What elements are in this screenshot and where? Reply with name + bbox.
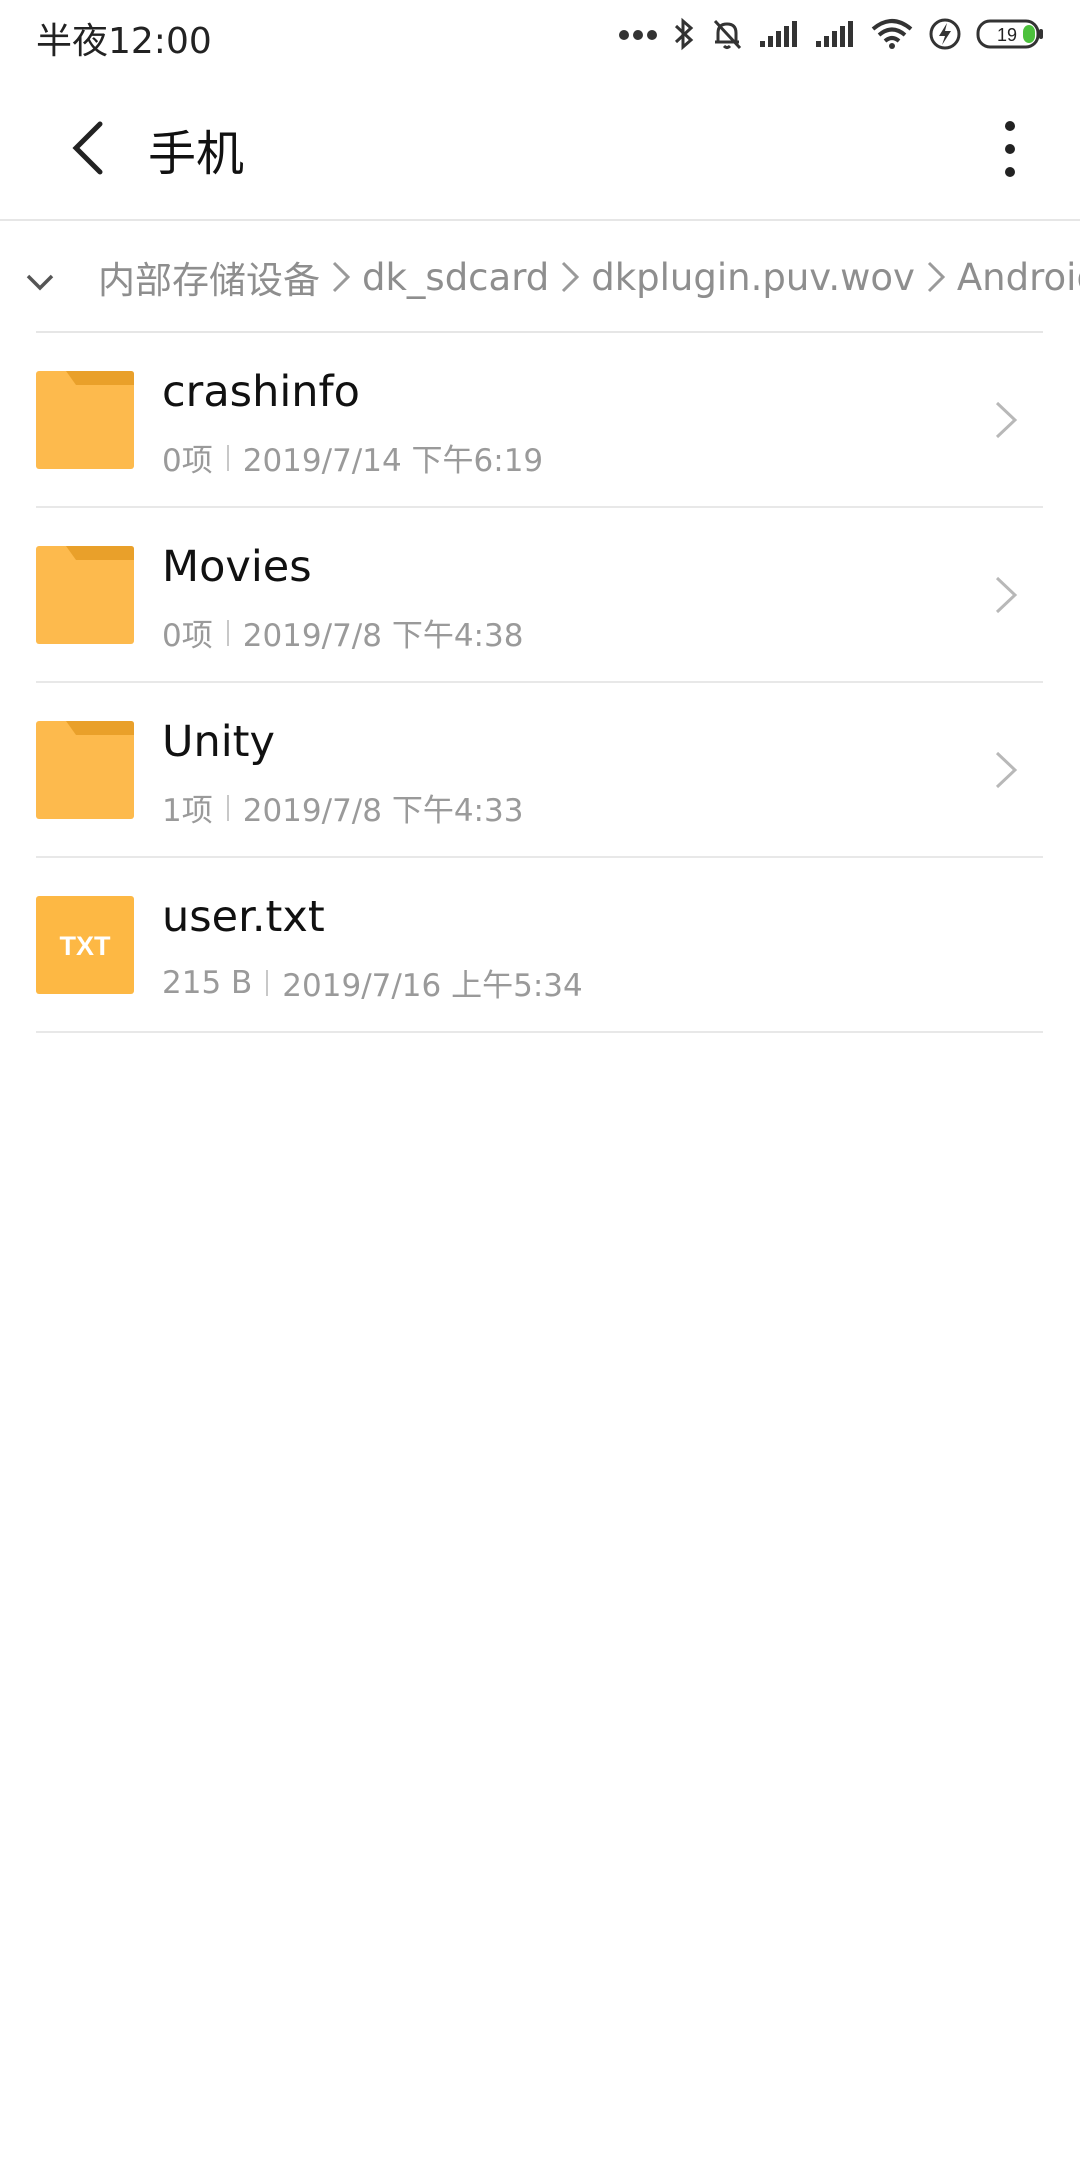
modified-date: 2019/7/8 下午4:38 xyxy=(242,618,524,654)
modified-date: 2019/7/16 上午5:34 xyxy=(282,968,583,1004)
breadcrumb-path: 内部存储设备 dk_sdcard dkplugin.puv.wov Androi… xyxy=(98,250,1080,304)
file-name: Movies xyxy=(162,542,312,592)
back-arrow-icon xyxy=(72,121,103,175)
meta-separator xyxy=(226,794,229,821)
folder-icon xyxy=(36,546,134,644)
txt-icon-label: TXT xyxy=(60,931,112,961)
chevron-right-icon xyxy=(332,261,351,293)
chevron-down-icon xyxy=(26,274,54,291)
item-count: 0项 xyxy=(162,443,213,479)
file-meta: 0项 2019/7/8 下午4:38 xyxy=(162,610,523,655)
status-time: 半夜12:00 xyxy=(36,21,212,62)
file-name: user.txt xyxy=(162,892,325,942)
more-options-button[interactable] xyxy=(980,114,1040,184)
list-item-unity[interactable]: Unity 1项 2019/7/8 下午4:33 xyxy=(36,683,1043,858)
breadcrumb-item[interactable]: Android xyxy=(957,256,1080,299)
file-list: crashinfo 0项 2019/7/14 下午6:19 Movies 0项 … xyxy=(0,333,1080,1033)
chevron-right-icon xyxy=(927,261,945,293)
file-size: 215 B xyxy=(162,964,253,1001)
appbar-divider xyxy=(0,219,1080,221)
chevron-right-icon xyxy=(995,751,1018,789)
battery-level: 19 xyxy=(997,25,1017,45)
list-item-crashinfo[interactable]: crashinfo 0项 2019/7/14 下午6:19 xyxy=(36,333,1043,508)
breadcrumb-item[interactable]: 内部存储设备 xyxy=(98,250,320,304)
bell-mute-icon xyxy=(713,19,742,50)
chevron-right-icon xyxy=(995,576,1018,614)
meta-separator xyxy=(226,444,229,471)
meta-separator xyxy=(266,969,269,996)
file-name: Unity xyxy=(162,717,275,767)
file-meta: 215 B 2019/7/16 上午5:34 xyxy=(162,960,583,1005)
breadcrumb-item[interactable]: dk_sdcard xyxy=(362,256,549,299)
more-vert-icon xyxy=(1005,121,1015,177)
list-item-user-txt[interactable]: TXT user.txt 215 B 2019/7/16 上午5:34 xyxy=(36,858,1043,1033)
folder-icon xyxy=(36,721,134,819)
app-bar: 手机 xyxy=(0,70,1080,220)
chevron-right-icon xyxy=(562,261,580,293)
modified-date: 2019/7/8 下午4:33 xyxy=(242,793,524,829)
status-bar: 半夜12:00 19 xyxy=(0,0,1080,70)
folder-icon xyxy=(36,371,134,469)
signal-icon xyxy=(760,21,797,47)
file-meta: 1项 2019/7/8 下午4:33 xyxy=(162,785,523,830)
file-meta: 0项 2019/7/14 下午6:19 xyxy=(162,435,543,480)
back-button[interactable] xyxy=(62,116,118,180)
item-count: 0项 xyxy=(162,618,213,654)
breadcrumb: 内部存储设备 dk_sdcard dkplugin.puv.wov Androi… xyxy=(0,222,1080,332)
battery-icon: 19 xyxy=(976,19,1043,49)
breadcrumb-item[interactable]: dkplugin.puv.wov xyxy=(591,256,915,299)
list-item-movies[interactable]: Movies 0项 2019/7/8 下午4:38 xyxy=(36,508,1043,683)
modified-date: 2019/7/14 下午6:19 xyxy=(242,443,544,479)
charging-icon xyxy=(929,18,961,50)
more-dots-icon xyxy=(619,30,657,40)
wifi-icon xyxy=(871,19,913,49)
status-icons: 19 xyxy=(618,14,1046,54)
page-title: 手机 xyxy=(148,126,245,182)
meta-separator xyxy=(226,619,229,646)
chevron-right-icon xyxy=(995,401,1018,439)
item-count: 1项 xyxy=(162,793,213,829)
bluetooth-icon xyxy=(674,17,694,51)
breadcrumb-toggle[interactable] xyxy=(22,264,58,300)
signal-icon xyxy=(816,21,853,47)
txt-file-icon: TXT xyxy=(36,896,134,994)
file-name: crashinfo xyxy=(162,367,360,417)
